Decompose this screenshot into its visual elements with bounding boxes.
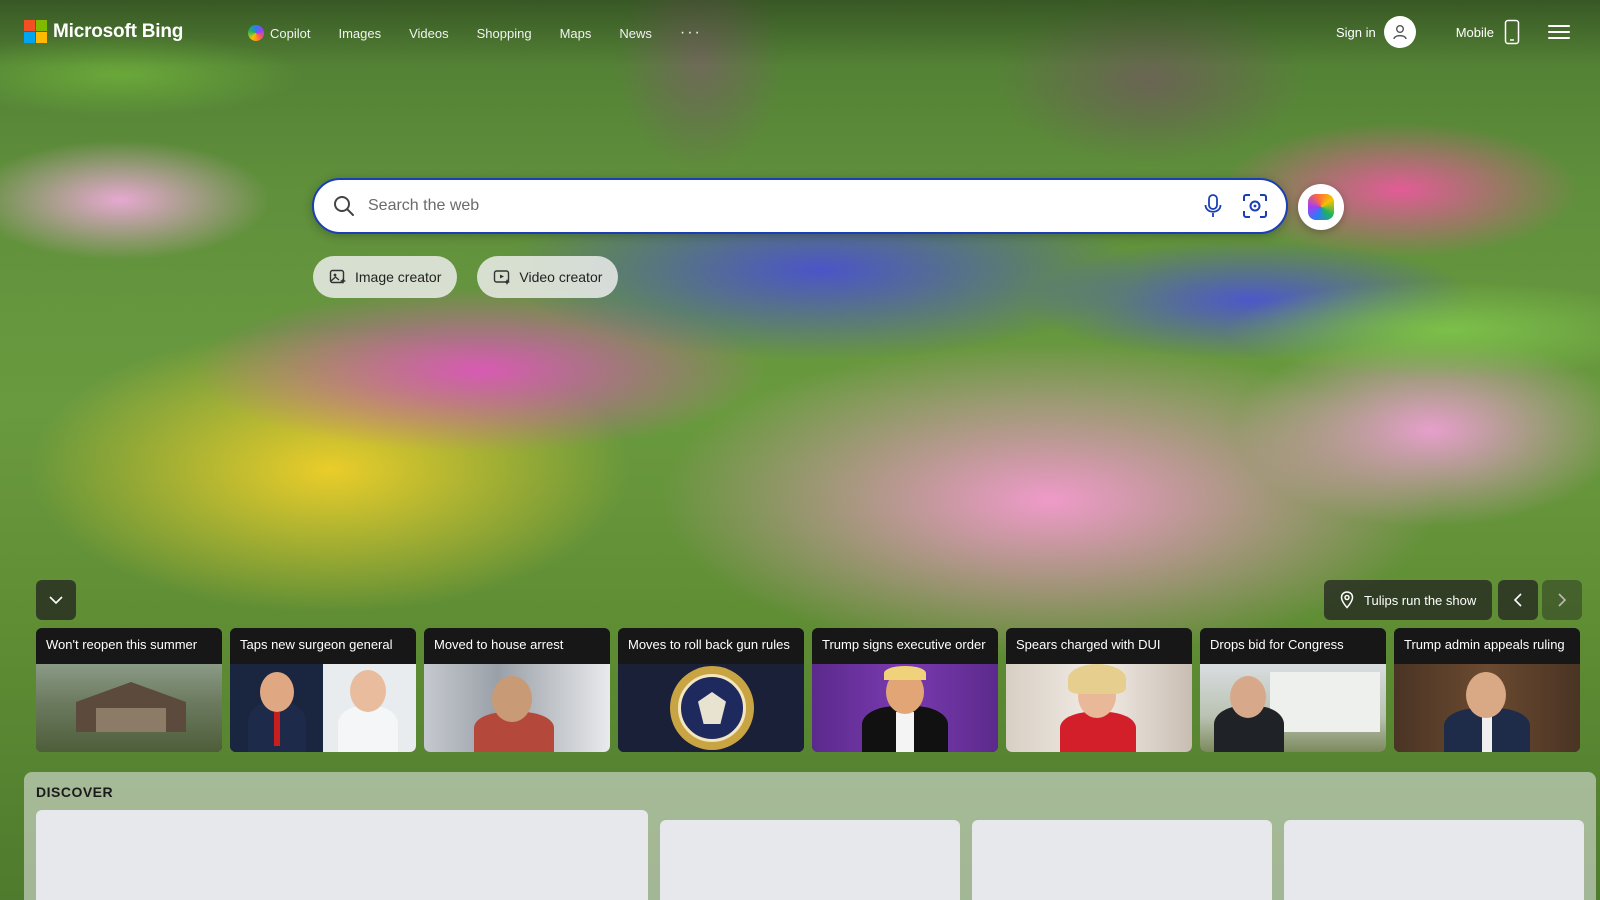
news-thumbnail	[812, 664, 998, 752]
search-bar	[312, 178, 1288, 234]
news-card[interactable]: Moved to house arrest	[424, 628, 610, 752]
nav-copilot[interactable]: Copilot	[248, 25, 310, 41]
collapse-button[interactable]	[36, 580, 76, 620]
chevron-left-icon	[1513, 593, 1522, 607]
news-thumbnail	[424, 664, 610, 752]
nav-images[interactable]: Images	[338, 26, 381, 41]
top-header: Microsoft Bing Copilot Images Videos Sho…	[0, 0, 1600, 66]
nav-maps[interactable]: Maps	[560, 26, 592, 41]
nav-shopping[interactable]: Shopping	[477, 26, 532, 41]
location-pin-icon	[1340, 591, 1354, 609]
image-creator-icon	[329, 269, 346, 284]
avatar-icon	[1383, 16, 1416, 48]
news-thumbnail	[1394, 664, 1580, 752]
bing-logo[interactable]: Microsoft Bing	[24, 20, 183, 43]
news-headline: Moves to roll back gun rules	[618, 628, 804, 664]
discover-card[interactable]	[972, 820, 1272, 900]
search-actions	[1202, 193, 1268, 219]
news-carousel: Won't reopen this summer Taps new surgeo…	[36, 628, 1580, 752]
discover-section: DISCOVER	[24, 772, 1596, 900]
top-nav: Copilot Images Videos Shopping Maps News…	[248, 24, 730, 42]
news-thumbnail	[1200, 664, 1386, 752]
next-image-button[interactable]	[1542, 580, 1582, 620]
news-thumbnail	[230, 664, 416, 752]
search-icon	[334, 196, 354, 216]
news-headline: Moved to house arrest	[424, 628, 610, 664]
image-location-button[interactable]: Tulips run the show	[1324, 580, 1493, 620]
news-card[interactable]: Drops bid for Congress	[1200, 628, 1386, 752]
news-headline: Trump signs executive order	[812, 628, 998, 664]
news-card[interactable]: Won't reopen this summer	[36, 628, 222, 752]
news-headline: Drops bid for Congress	[1200, 628, 1386, 664]
previous-image-button[interactable]	[1498, 580, 1538, 620]
discover-title: DISCOVER	[36, 784, 114, 800]
image-creator-button[interactable]: Image creator	[313, 256, 458, 298]
creator-buttons: Image creator Video creator	[313, 256, 619, 298]
visual-search-icon[interactable]	[1242, 193, 1268, 219]
news-thumbnail	[36, 664, 222, 752]
mobile-phone-icon	[1504, 19, 1520, 45]
discover-card[interactable]	[1284, 820, 1584, 900]
news-card[interactable]: Moves to roll back gun rules	[618, 628, 804, 752]
chevron-right-icon	[1558, 593, 1567, 607]
news-headline: Won't reopen this summer	[36, 628, 222, 664]
news-headline: Trump admin appeals ruling	[1394, 628, 1580, 664]
sign-in-button[interactable]: Sign in	[1336, 16, 1416, 48]
news-headline: Spears charged with DUI	[1006, 628, 1192, 664]
news-card[interactable]: Trump signs executive order	[812, 628, 998, 752]
news-thumbnail	[1006, 664, 1192, 752]
news-card[interactable]: Trump admin appeals ruling	[1394, 628, 1580, 752]
copilot-icon	[248, 25, 264, 41]
chevron-down-icon	[49, 596, 63, 605]
video-creator-button[interactable]: Video creator	[477, 256, 619, 298]
mobile-button[interactable]: Mobile	[1456, 19, 1520, 45]
news-thumbnail	[618, 664, 804, 752]
menu-hamburger-icon[interactable]	[1548, 21, 1570, 43]
copilot-icon	[1308, 194, 1334, 220]
news-headline: Taps new surgeon general	[230, 628, 416, 664]
discover-card[interactable]	[660, 820, 960, 900]
microphone-icon[interactable]	[1202, 193, 1224, 219]
news-card[interactable]: Spears charged with DUI	[1006, 628, 1192, 752]
microsoft-logo-icon	[24, 20, 47, 43]
search-input[interactable]	[368, 197, 1202, 215]
brand-name: Microsoft Bing	[53, 20, 184, 42]
nav-news[interactable]: News	[619, 26, 652, 41]
discover-card[interactable]	[36, 810, 648, 900]
nav-more-button[interactable]: ···	[680, 24, 702, 42]
header-actions: Sign in Mobile	[1336, 16, 1570, 48]
news-card[interactable]: Taps new surgeon general	[230, 628, 416, 752]
nav-videos[interactable]: Videos	[409, 26, 449, 41]
copilot-button[interactable]	[1298, 184, 1344, 230]
video-creator-icon	[494, 270, 511, 285]
